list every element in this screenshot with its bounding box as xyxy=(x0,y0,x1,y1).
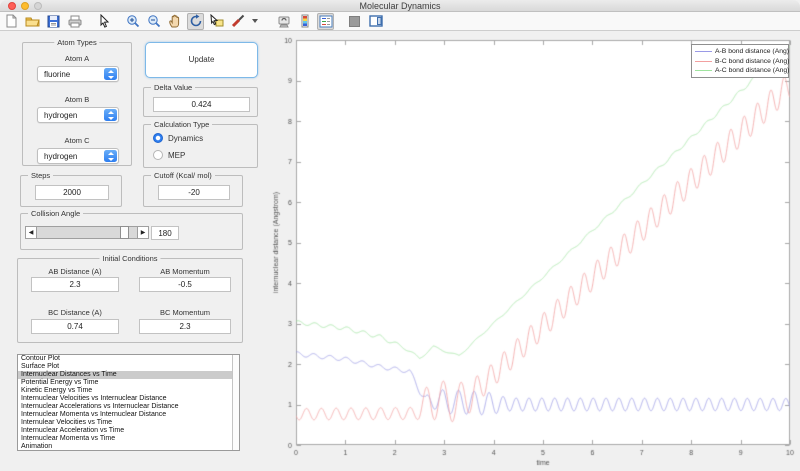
ab-distance-label: AB Distance (A) xyxy=(31,267,119,276)
collision-angle-slider[interactable]: ◀ ▶ xyxy=(25,226,149,239)
atom-a-dropdown[interactable]: fluorine xyxy=(37,66,119,82)
calculation-type-group: Calculation Type Dynamics MEP xyxy=(143,124,258,168)
dynamics-radio-icon xyxy=(153,133,163,143)
atom-c-stepper-icon xyxy=(104,150,117,162)
brush-icon[interactable] xyxy=(229,13,246,30)
atom-a-stepper-icon xyxy=(104,68,117,80)
atom-b-value: hydrogen xyxy=(38,111,104,120)
atom-c-dropdown[interactable]: hydrogen xyxy=(37,148,119,164)
collision-angle-group-title: Collision Angle xyxy=(28,209,83,218)
zoom-out-icon[interactable] xyxy=(145,13,162,30)
list-item[interactable]: Contour Plot xyxy=(18,355,239,363)
bc-line-swatch-icon xyxy=(695,61,712,62)
steps-field[interactable]: 2000 xyxy=(35,185,109,200)
list-item-selected[interactable]: Internuclear Distances vs Time xyxy=(18,371,239,379)
atom-a-label: Atom A xyxy=(23,54,131,63)
bc-momentum-field[interactable]: 2.3 xyxy=(139,319,231,334)
open-file-icon[interactable] xyxy=(24,13,41,30)
ab-line-swatch-icon xyxy=(695,51,712,52)
data-cursor-icon[interactable] xyxy=(208,13,225,30)
initial-conditions-group: Initial Conditions AB Distance (A) AB Mo… xyxy=(17,258,243,343)
initial-conditions-group-title: Initial Conditions xyxy=(99,254,160,263)
bc-momentum-label: BC Momentum xyxy=(139,308,231,317)
atom-types-group-title: Atom Types xyxy=(54,38,99,47)
list-item[interactable]: Internuclear Momenta vs Time xyxy=(18,435,239,443)
list-item[interactable]: Potential Energy vs Time xyxy=(18,379,239,387)
atom-types-group: Atom Types Atom A fluorine Atom B hydrog… xyxy=(22,42,132,166)
list-item[interactable]: Internulear Velocities vs Time xyxy=(18,419,239,427)
legend-entry: B-C bond distance (Ang) xyxy=(694,57,786,67)
mep-radio-label: MEP xyxy=(168,151,185,160)
print-icon[interactable] xyxy=(66,13,83,30)
atom-a-value: fluorine xyxy=(38,70,104,79)
plot-legend[interactable]: A-B bond distance (Ang) B-C bond distanc… xyxy=(691,44,789,78)
md-plot-canvas[interactable] xyxy=(268,30,796,468)
bc-distance-field[interactable]: 0.74 xyxy=(31,319,119,334)
legend-entry: A-C bond distance (Ang) xyxy=(694,66,786,76)
insert-colorbar-icon[interactable] xyxy=(296,13,313,30)
link-plots-icon[interactable] xyxy=(275,13,292,30)
cutoff-group-title: Cutoff (Kcal/ mol) xyxy=(151,171,215,180)
pan-tool-icon[interactable] xyxy=(166,13,183,30)
new-file-icon[interactable] xyxy=(3,13,20,30)
rotate-3d-icon[interactable] xyxy=(187,13,204,30)
atom-c-label: Atom C xyxy=(23,136,131,145)
list-item[interactable]: Kinetic Energy vs Time xyxy=(18,387,239,395)
delta-value-group-title: Delta Value xyxy=(151,83,195,92)
list-item[interactable]: Animation xyxy=(18,443,239,451)
bc-distance-label: BC Distance (A) xyxy=(31,308,119,317)
list-item[interactable]: Internuclear Acceleration vs Time xyxy=(18,427,239,435)
mep-radio[interactable]: MEP xyxy=(153,150,185,160)
list-item[interactable]: Internuclear Momenta vs Internuclear Dis… xyxy=(18,411,239,419)
ab-momentum-label: AB Momentum xyxy=(139,267,231,276)
atom-b-dropdown[interactable]: hydrogen xyxy=(37,107,119,123)
cutoff-field[interactable]: -20 xyxy=(158,185,230,200)
plot-type-listbox[interactable]: Contour Plot Surface Plot Internuclear D… xyxy=(17,354,240,451)
list-item[interactable]: Internuclear Velocities vs Internuclear … xyxy=(18,395,239,403)
brush-dropdown-icon[interactable] xyxy=(246,13,263,30)
calculation-type-group-title: Calculation Type xyxy=(151,120,212,129)
atom-b-stepper-icon xyxy=(104,109,117,121)
collision-angle-group: Collision Angle ◀ ▶ 180 xyxy=(20,213,243,250)
list-item[interactable]: Internuclear Accelerations vs Internucle… xyxy=(18,403,239,411)
pointer-tool-icon[interactable] xyxy=(95,13,112,30)
steps-group: Steps 2000 xyxy=(20,175,122,207)
slider-thumb[interactable] xyxy=(120,226,129,239)
app-window: Molecular Dynamics xyxy=(0,0,800,471)
slider-left-arrow-icon[interactable]: ◀ xyxy=(25,226,37,239)
steps-group-title: Steps xyxy=(28,171,53,180)
collision-angle-value-field[interactable]: 180 xyxy=(151,226,179,240)
dynamics-radio[interactable]: Dynamics xyxy=(153,133,203,143)
window-title: Molecular Dynamics xyxy=(0,0,800,12)
delta-value-field[interactable]: 0.424 xyxy=(153,97,250,112)
atom-b-label: Atom B xyxy=(23,95,131,104)
cutoff-group: Cutoff (Kcal/ mol) -20 xyxy=(143,175,243,207)
delta-value-group: Delta Value 0.424 xyxy=(143,87,258,117)
list-item[interactable]: Surface Plot xyxy=(18,363,239,371)
ab-momentum-field[interactable]: -0.5 xyxy=(139,277,231,292)
legend-entry: A-B bond distance (Ang) xyxy=(694,47,786,57)
hide-plot-tools-icon[interactable] xyxy=(346,13,363,30)
figure-toolbar xyxy=(0,12,800,31)
save-icon[interactable] xyxy=(45,13,62,30)
mep-radio-icon xyxy=(153,150,163,160)
listbox-scrollbar[interactable] xyxy=(232,355,239,450)
dynamics-radio-label: Dynamics xyxy=(168,134,203,143)
show-plot-tools-dock-icon[interactable] xyxy=(367,13,384,30)
update-button[interactable]: Update xyxy=(145,42,258,78)
ac-line-swatch-icon xyxy=(695,70,712,71)
zoom-in-icon[interactable] xyxy=(124,13,141,30)
atom-c-value: hydrogen xyxy=(38,152,104,161)
ab-distance-field[interactable]: 2.3 xyxy=(31,277,119,292)
slider-right-arrow-icon[interactable]: ▶ xyxy=(137,226,149,239)
title-bar: Molecular Dynamics xyxy=(0,0,800,12)
insert-legend-icon[interactable] xyxy=(317,13,334,30)
